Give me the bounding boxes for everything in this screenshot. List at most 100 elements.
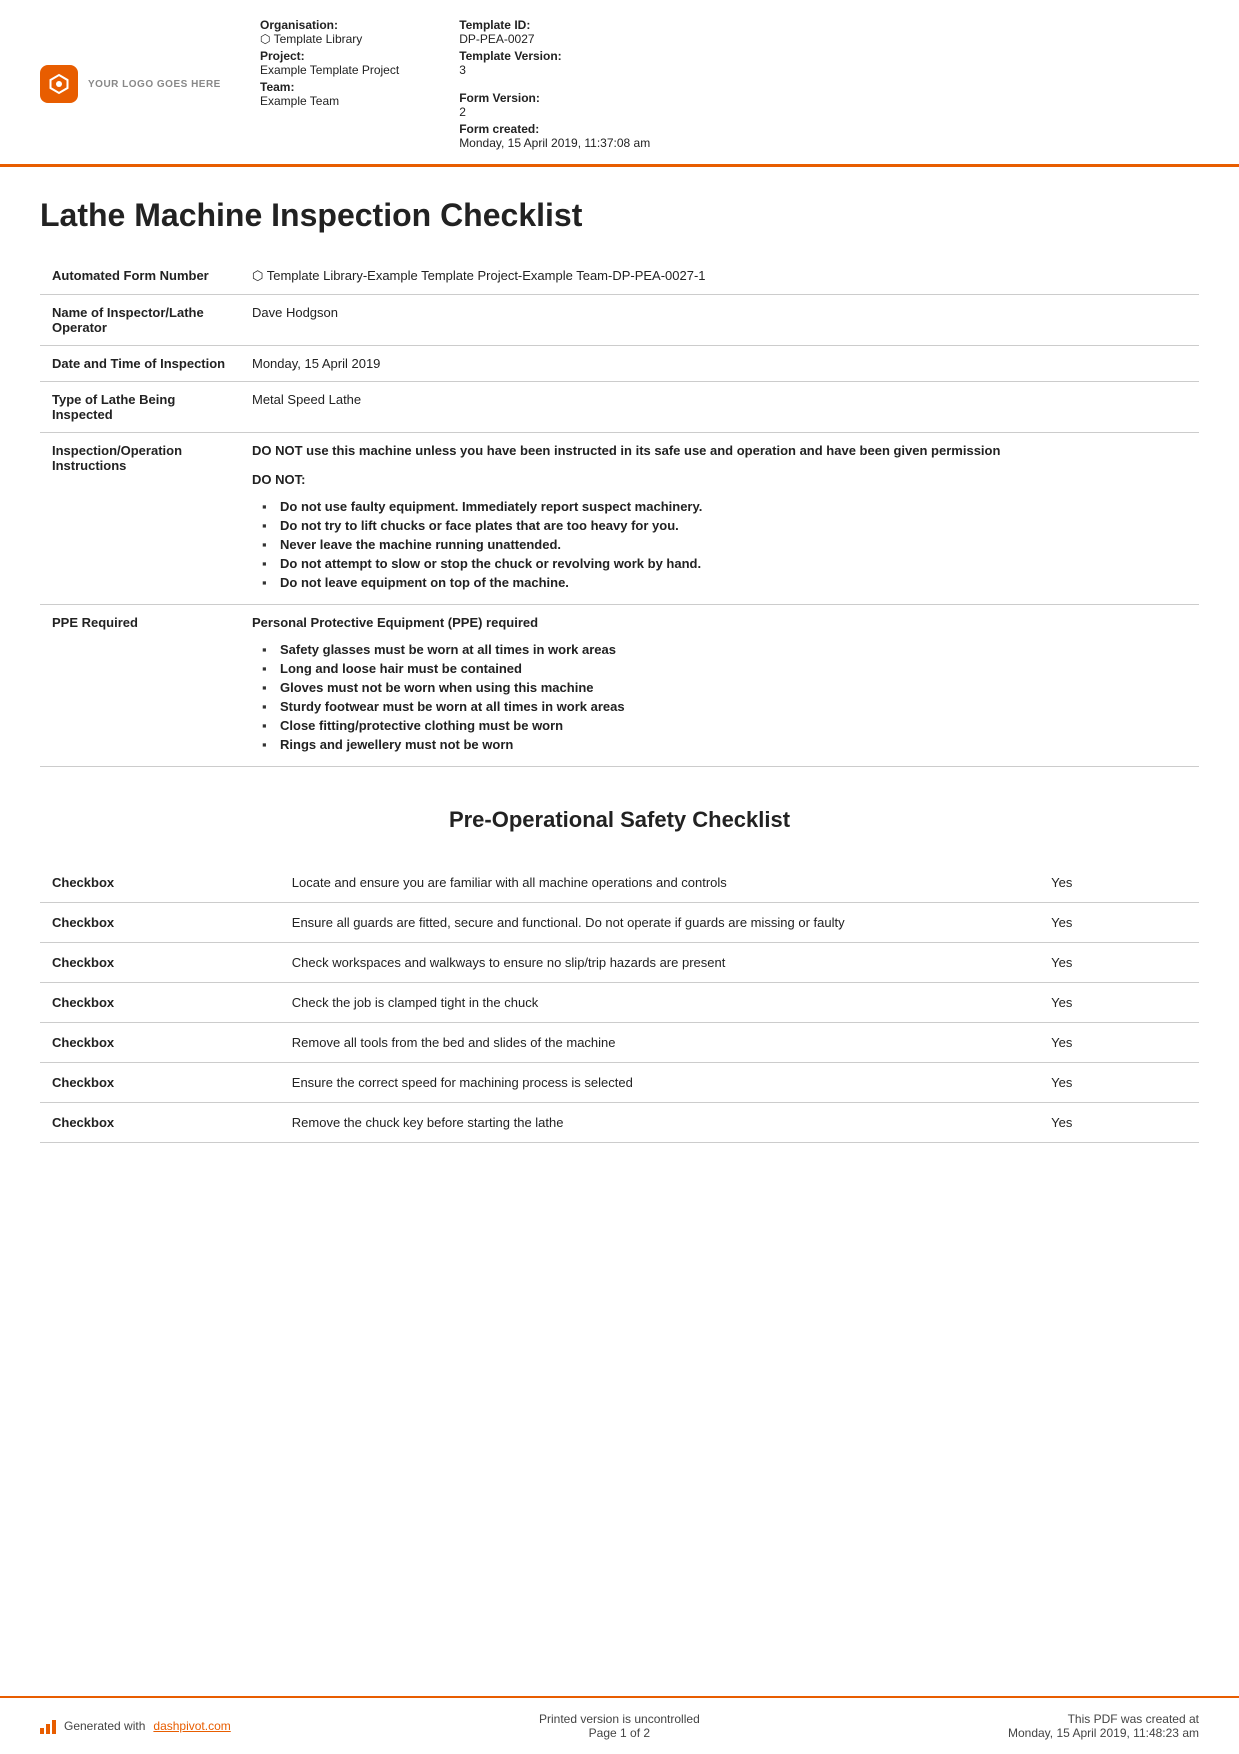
logo-area: YOUR LOGO GOES HERE <box>40 65 230 103</box>
checklist-row-4: Checkbox Remove all tools from the bed a… <box>40 1023 1199 1063</box>
checklist-label-0: Checkbox <box>40 863 280 903</box>
form-created-value: Monday, 15 April 2019, 11:37:08 am <box>459 136 650 150</box>
info-row-1: Name of Inspector/Lathe Operator Dave Ho… <box>40 295 1199 346</box>
project-line: Project: Example Template Project <box>260 49 399 77</box>
ppe-list: Safety glasses must be worn at all times… <box>252 642 1187 752</box>
checklist-desc-4: Remove all tools from the bed and slides… <box>280 1023 1039 1063</box>
checklist-row-1: Checkbox Ensure all guards are fitted, s… <box>40 903 1199 943</box>
org-label: Organisation: <box>260 18 399 32</box>
do-not-header: DO NOT: <box>252 472 1187 487</box>
info-label-2: Date and Time of Inspection <box>40 346 240 382</box>
checklist-desc-3: Check the job is clamped tight in the ch… <box>280 983 1039 1023</box>
checklist-val-1: Yes <box>1039 903 1199 943</box>
ppe-item-3: Gloves must not be worn when using this … <box>262 680 1187 695</box>
info-value-5: Personal Protective Equipment (PPE) requ… <box>240 605 1199 767</box>
info-value-3: Metal Speed Lathe <box>240 382 1199 433</box>
checklist-label-5: Checkbox <box>40 1063 280 1103</box>
team-line: Team: Example Team <box>260 80 399 108</box>
footer-left: Generated with dashpivot.com <box>40 1718 231 1734</box>
do-not-list: Do not use faulty equipment. Immediately… <box>252 499 1187 590</box>
checklist-section-title: Pre-Operational Safety Checklist <box>40 797 1199 843</box>
checklist-val-3: Yes <box>1039 983 1199 1023</box>
template-version-value: 3 <box>459 63 650 77</box>
ppe-item-5: Close fitting/protective clothing must b… <box>262 718 1187 733</box>
info-value-4: DO NOT use this machine unless you have … <box>240 433 1199 605</box>
checklist-val-4: Yes <box>1039 1023 1199 1063</box>
ppe-item-4: Sturdy footwear must be worn at all time… <box>262 699 1187 714</box>
checklist-desc-2: Check workspaces and walkways to ensure … <box>280 943 1039 983</box>
logo-icon <box>40 65 78 103</box>
org-value: ⬡ Template Library <box>260 32 399 46</box>
info-value-0: ⬡ Template Library-Example Template Proj… <box>240 258 1199 295</box>
info-label-3: Type of Lathe Being Inspected <box>40 382 240 433</box>
checklist-table: Checkbox Locate and ensure you are famil… <box>40 863 1199 1143</box>
form-version-label: Form Version: <box>459 91 650 105</box>
info-value-2: Monday, 15 April 2019 <box>240 346 1199 382</box>
header-meta-left: Organisation: ⬡ Template Library Project… <box>260 18 399 150</box>
checklist-val-6: Yes <box>1039 1103 1199 1143</box>
project-label: Project: <box>260 49 399 63</box>
do-not-item-4: Do not attempt to slow or stop the chuck… <box>262 556 1187 571</box>
info-row-2: Date and Time of Inspection Monday, 15 A… <box>40 346 1199 382</box>
header-meta: Organisation: ⬡ Template Library Project… <box>260 18 1199 150</box>
info-label-4: Inspection/Operation Instructions <box>40 433 240 605</box>
checklist-row-2: Checkbox Check workspaces and walkways t… <box>40 943 1199 983</box>
page-title: Lathe Machine Inspection Checklist <box>40 197 1199 234</box>
do-not-item-2: Do not try to lift chucks or face plates… <box>262 518 1187 533</box>
info-row-5: PPE Required Personal Protective Equipme… <box>40 605 1199 767</box>
info-row-0: Automated Form Number ⬡ Template Library… <box>40 258 1199 295</box>
info-table: Automated Form Number ⬡ Template Library… <box>40 258 1199 767</box>
ppe-item-2: Long and loose hair must be contained <box>262 661 1187 676</box>
checklist-label-6: Checkbox <box>40 1103 280 1143</box>
org-line: Organisation: ⬡ Template Library <box>260 18 399 46</box>
template-id-line: Template ID: DP-PEA-0027 <box>459 18 650 46</box>
do-not-item-5: Do not leave equipment on top of the mac… <box>262 575 1187 590</box>
checklist-label-3: Checkbox <box>40 983 280 1023</box>
ppe-item-6: Rings and jewellery must not be worn <box>262 737 1187 752</box>
template-version-label: Template Version: <box>459 49 650 63</box>
form-created-label: Form created: <box>459 122 650 136</box>
dashpivot-icon <box>40 1718 56 1734</box>
do-not-item-3: Never leave the machine running unattend… <box>262 537 1187 552</box>
form-version-value: 2 <box>459 105 650 119</box>
checklist-row-0: Checkbox Locate and ensure you are famil… <box>40 863 1199 903</box>
checklist-row-3: Checkbox Check the job is clamped tight … <box>40 983 1199 1023</box>
header-meta-right: Template ID: DP-PEA-0027 Template Versio… <box>459 18 650 150</box>
template-id-value: DP-PEA-0027 <box>459 32 650 46</box>
checklist-desc-6: Remove the chuck key before starting the… <box>280 1103 1039 1143</box>
project-value: Example Template Project <box>260 63 399 77</box>
info-row-3: Type of Lathe Being Inspected Metal Spee… <box>40 382 1199 433</box>
checklist-val-5: Yes <box>1039 1063 1199 1103</box>
checklist-label-2: Checkbox <box>40 943 280 983</box>
main-content: Lathe Machine Inspection Checklist Autom… <box>0 167 1239 1696</box>
info-label-0: Automated Form Number <box>40 258 240 295</box>
instruction-intro: DO NOT use this machine unless you have … <box>252 443 1000 458</box>
info-label-5: PPE Required <box>40 605 240 767</box>
info-value-1: Dave Hodgson <box>240 295 1199 346</box>
header: YOUR LOGO GOES HERE Organisation: ⬡ Temp… <box>0 0 1239 167</box>
team-value: Example Team <box>260 94 399 108</box>
checklist-val-0: Yes <box>1039 863 1199 903</box>
checklist-row-6: Checkbox Remove the chuck key before sta… <box>40 1103 1199 1143</box>
info-row-4: Inspection/Operation Instructions DO NOT… <box>40 433 1199 605</box>
form-created-line: Form created: Monday, 15 April 2019, 11:… <box>459 122 650 150</box>
footer-right-line1: This PDF was created at <box>1008 1712 1199 1726</box>
checklist-label-1: Checkbox <box>40 903 280 943</box>
checklist-desc-0: Locate and ensure you are familiar with … <box>280 863 1039 903</box>
footer-center: Printed version is uncontrolled Page 1 o… <box>539 1712 700 1740</box>
checklist-desc-5: Ensure the correct speed for machining p… <box>280 1063 1039 1103</box>
checklist-val-2: Yes <box>1039 943 1199 983</box>
logo-text: YOUR LOGO GOES HERE <box>88 79 221 90</box>
footer-right: This PDF was created at Monday, 15 April… <box>1008 1712 1199 1740</box>
template-id-label: Template ID: <box>459 18 650 32</box>
version-line: Template Version: 3 Form Version: 2 <box>459 49 650 119</box>
footer-generated-text: Generated with <box>64 1719 145 1733</box>
footer-center-line2: Page 1 of 2 <box>539 1726 700 1740</box>
checklist-label-4: Checkbox <box>40 1023 280 1063</box>
checklist-row-5: Checkbox Ensure the correct speed for ma… <box>40 1063 1199 1103</box>
footer: Generated with dashpivot.com Printed ver… <box>0 1696 1239 1754</box>
footer-link[interactable]: dashpivot.com <box>153 1719 230 1733</box>
page: YOUR LOGO GOES HERE Organisation: ⬡ Temp… <box>0 0 1239 1754</box>
ppe-item-1: Safety glasses must be worn at all times… <box>262 642 1187 657</box>
footer-right-line2: Monday, 15 April 2019, 11:48:23 am <box>1008 1726 1199 1740</box>
